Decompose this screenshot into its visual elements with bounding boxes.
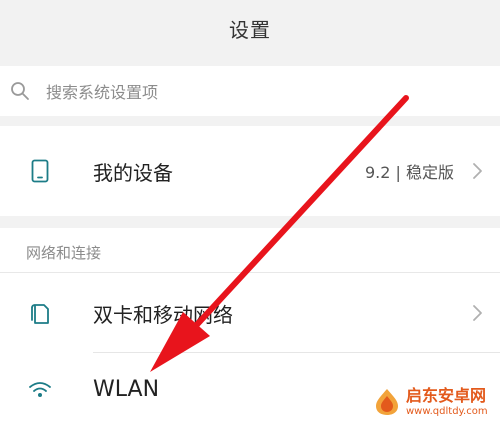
watermark-logo-icon — [372, 387, 402, 417]
search-icon — [10, 81, 30, 101]
phone-icon — [28, 159, 52, 183]
watermark: 启东安卓网 www.qdltdy.com — [372, 386, 492, 418]
dual-sim-label: 双卡和移动网络 — [93, 302, 233, 327]
sim-cards-icon — [28, 301, 52, 325]
watermark-text: 启东安卓网 — [406, 385, 487, 405]
section-title: 网络和连接 — [26, 244, 102, 262]
chevron-right-icon — [470, 304, 484, 322]
watermark-text-group: 启东安卓网 www.qdltdy.com — [406, 385, 488, 417]
device-version-value: 9.2 | 稳定版 — [364, 163, 454, 182]
search-bar[interactable]: 搜索系统设置项 — [0, 66, 500, 116]
search-placeholder[interactable]: 搜索系统设置项 — [46, 79, 158, 103]
wifi-icon — [28, 378, 52, 402]
settings-item-dual-sim[interactable]: 双卡和移动网络 — [0, 273, 500, 353]
title-bar: 设置 — [0, 0, 500, 56]
my-device-label: 我的设备 — [93, 160, 173, 185]
section-header-network: 网络和连接 — [0, 228, 500, 273]
chevron-right-icon — [470, 162, 484, 180]
settings-item-my-device[interactable]: 我的设备 9.2 | 稳定版 — [0, 126, 500, 216]
watermark-url: www.qdltdy.com — [406, 405, 488, 417]
page-title: 设置 — [229, 17, 271, 42]
wlan-label: WLAN — [93, 377, 160, 402]
